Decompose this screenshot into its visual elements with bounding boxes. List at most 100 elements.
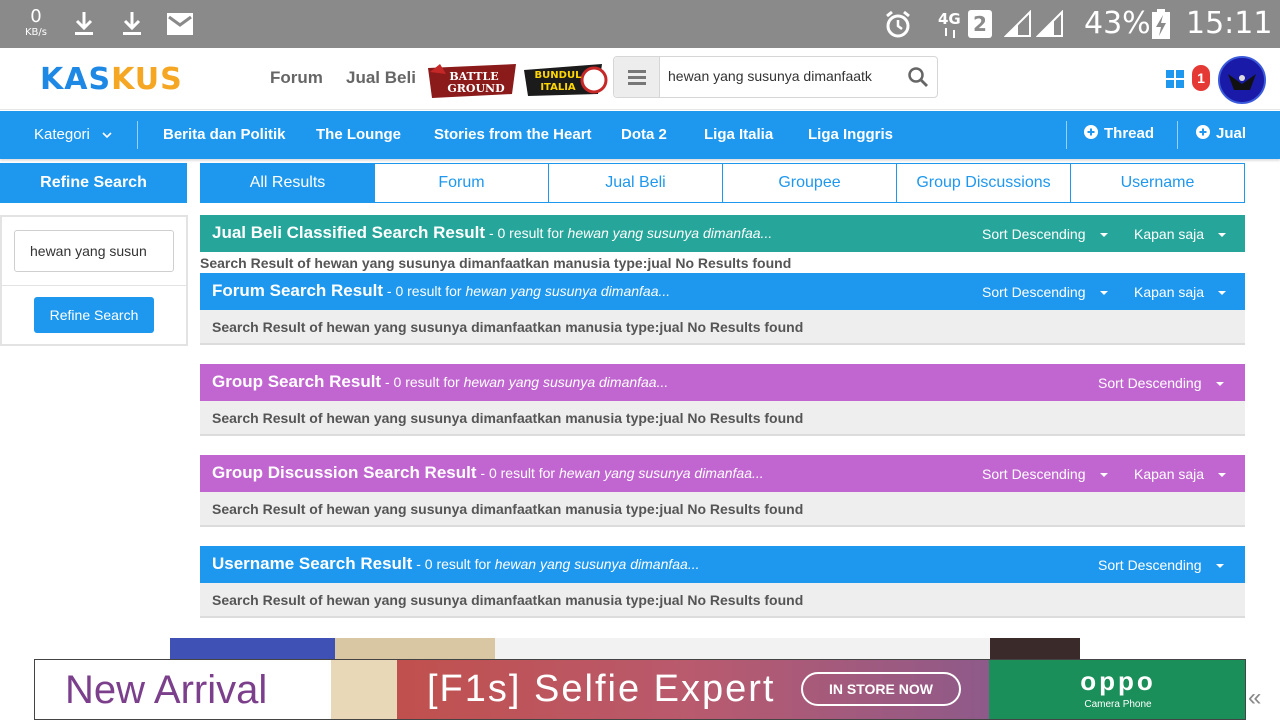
mail-icon [167,13,193,35]
refine-search-button[interactable]: Refine Search [34,297,154,333]
nav-jual-beli[interactable]: Jual Beli [346,68,416,88]
tab-forum[interactable]: Forum [375,163,549,203]
time-label: Kapan saja [1134,284,1205,300]
nav-forum[interactable]: Forum [270,68,323,88]
ad-new-arrival-text: New Arrival [65,668,268,712]
group-result-title: Group Search Result - 0 result for hewan… [212,372,668,392]
section-title: Username Search Result [212,554,413,573]
background-ad[interactable] [170,638,1080,660]
ad-brand-panel: oppo Camera Phone [989,660,1245,719]
category-stories-from-the-heart[interactable]: Stories from the Heart [434,126,592,143]
battleground-logo[interactable]: BATTLE GROUND [426,60,518,100]
category-liga-italia[interactable]: Liga Italia [704,126,773,143]
download-icon [75,12,93,35]
battery-charging-icon [1152,9,1170,39]
ad-brand-logo: oppo [1080,666,1156,696]
result-count: - 0 result for [381,374,464,390]
time-filter-dropdown[interactable]: Kapan saja [1134,226,1227,242]
jual-beli-result-header: Jual Beli Classified Search Result - 0 r… [200,215,1245,252]
refine-search-panel: hewan yang susun Refine Search [0,215,188,346]
category-the-lounge[interactable]: The Lounge [316,126,401,143]
time-label: Kapan saja [1134,466,1205,482]
result-query: hewan yang susunya dimanfaa... [465,283,671,299]
sort-dropdown[interactable]: Sort Descending [1098,557,1224,573]
jual-beli-no-results: Search Result of hewan yang susunya dima… [200,255,792,271]
search-category-menu[interactable] [614,57,660,97]
plus-circle-icon [1196,125,1210,139]
create-jual-button[interactable]: Jual [1196,125,1246,142]
tab-all-results[interactable]: All Results [200,163,375,203]
bottom-ad-banner[interactable]: New Arrival [F1s] Selfie Expert IN STORE… [34,659,1246,720]
bundul-italia-logo[interactable]: BUNDUL ITALIA [522,60,608,100]
caret-down-icon [1099,233,1108,238]
result-tabs: All Results Forum Jual Beli Groupee Grou… [200,163,1245,203]
tab-username[interactable]: Username [1071,163,1245,203]
search-input[interactable]: hewan yang susunya dimanfaatk [668,68,898,84]
group-result-header: Group Search Result - 0 result for hewan… [200,364,1245,401]
tab-groupee[interactable]: Groupee [723,163,897,203]
sim-number: 2 [973,12,987,36]
result-count: - 0 result for [412,556,495,572]
time-label: Kapan saja [1134,226,1205,242]
caret-down-icon [1218,291,1227,296]
category-bar: Kategori Berita dan Politik The Lounge S… [0,111,1280,159]
notification-badge[interactable]: 1 [1192,65,1210,91]
kategori-dropdown[interactable]: Kategori [34,126,112,143]
apps-grid-icon[interactable] [1166,70,1184,88]
caret-down-icon [1099,473,1108,478]
category-berita-dan-politik[interactable]: Berita dan Politik [163,126,286,143]
section-title: Forum Search Result [212,281,383,300]
user-avatar[interactable] [1218,56,1266,104]
sort-dropdown[interactable]: Sort Descending [982,226,1108,242]
sort-dropdown[interactable]: Sort Descending [982,284,1108,300]
tab-group-discussions[interactable]: Group Discussions [897,163,1071,203]
result-query: hewan yang susunya dimanfaa... [463,374,669,390]
alarm-icon [886,10,910,38]
speed-unit: KB/s [25,27,47,38]
result-query: hewan yang susunya dimanfaa... [494,556,700,572]
caret-down-icon [1215,564,1224,569]
network-speed: 0 KB/s [18,8,54,38]
network-type: 4G [938,10,961,28]
group-discussion-result-title: Group Discussion Search Result - 0 resul… [212,463,764,483]
group-discussion-result-header: Group Discussion Search Result - 0 resul… [200,455,1245,492]
signal-icon [1004,10,1031,37]
sort-dropdown[interactable]: Sort Descending [1098,375,1224,391]
caret-down-icon [1218,473,1227,478]
section-title: Group Search Result [212,372,382,391]
sort-label: Sort Descending [982,226,1086,242]
time-filter-dropdown[interactable]: Kapan saja [1134,284,1227,300]
username-result-title: Username Search Result - 0 result for he… [212,554,700,574]
category-dota-2[interactable]: Dota 2 [621,126,667,143]
kategori-label: Kategori [34,126,90,143]
section-title: Jual Beli Classified Search Result [212,223,486,242]
result-count: - 0 result for [485,225,568,241]
group-discussion-no-results: Search Result of hewan yang susunya dima… [200,492,1245,527]
time-filter-dropdown[interactable]: Kapan saja [1134,466,1227,482]
ad-phone-image [331,660,401,719]
tab-jual-beli[interactable]: Jual Beli [549,163,723,203]
sort-dropdown[interactable]: Sort Descending [982,466,1108,482]
sort-label: Sort Descending [1098,557,1202,573]
clock: 15:11 [1186,6,1273,41]
refine-search-input[interactable]: hewan yang susun [14,230,174,272]
ad-brand-sub: Camera Phone [1084,699,1152,710]
search-icon[interactable] [907,66,929,88]
header-search: hewan yang susunya dimanfaatk [613,56,938,98]
forum-result-header: Forum Search Result - 0 result for hewan… [200,273,1245,310]
sort-label: Sort Descending [982,284,1086,300]
data-arrows-icon [945,28,955,38]
forum-result-title: Forum Search Result - 0 result for hewan… [212,281,670,301]
result-count: - 0 result for [476,465,559,481]
ad-collapse-button[interactable]: « [1248,684,1261,712]
jual-label: Jual [1216,125,1247,142]
category-liga-inggris[interactable]: Liga Inggris [808,126,893,143]
group-no-results: Search Result of hewan yang susunya dima… [200,401,1245,436]
kaskus-logo[interactable]: KASKUS [40,62,183,97]
ad-cta-button[interactable]: IN STORE NOW [801,672,961,706]
create-thread-button[interactable]: Thread [1084,125,1154,142]
speed-value: 0 [30,6,42,27]
forum-no-results: Search Result of hewan yang susunya dima… [200,310,1245,345]
signal-icon [1036,10,1063,37]
section-title: Group Discussion Search Result [212,463,477,482]
